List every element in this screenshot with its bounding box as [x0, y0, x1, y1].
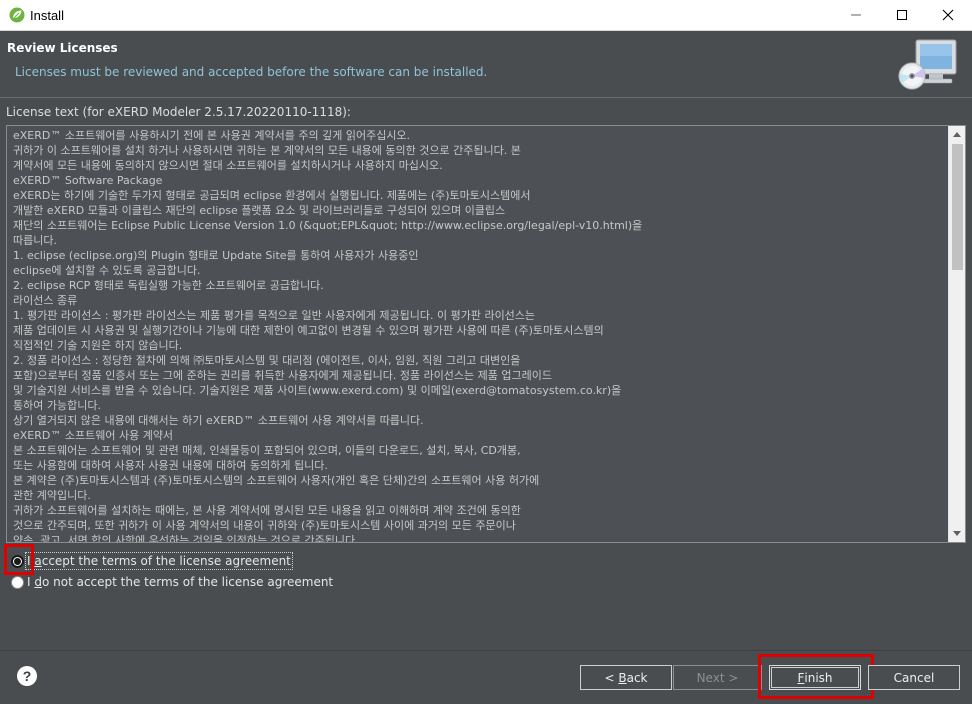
highlight-box-accept — [4, 544, 34, 575]
decline-radio-label: I do not accept the terms of the license… — [27, 575, 334, 589]
window-title: Install — [30, 8, 64, 23]
license-line: 제품 업데이트 시 사용권 및 실행기간이나 기능에 대한 제한이 예고없이 변… — [13, 324, 604, 337]
license-text-area[interactable]: eXERD™ 소프트웨어를 사용하시기 전에 본 사용권 계약서를 주의 깊게 … — [6, 125, 966, 543]
license-line: 포함)으로부터 정품 인증서 또는 그에 준하는 권리를 취득한 사용자에게 제… — [13, 369, 552, 382]
accept-license-radio[interactable]: I accept the terms of the license agreem… — [11, 552, 293, 570]
license-line: eXERD™ 소프트웨어를 사용하시기 전에 본 사용권 계약서를 주의 깊게 … — [13, 129, 411, 142]
cancel-button[interactable]: Cancel — [868, 665, 960, 690]
accept-radio-label: I accept the terms of the license agreem… — [25, 552, 293, 570]
license-line: 상기 열거되지 않은 내용에 대해서는 하기 eXERD™ 소프트웨어 사용 계… — [13, 414, 424, 427]
back-button[interactable]: < Back — [580, 665, 672, 690]
license-line: 따릅니다. — [13, 234, 57, 247]
decline-license-radio[interactable]: I do not accept the terms of the license… — [11, 573, 333, 591]
license-text-content: eXERD™ 소프트웨어를 사용하시기 전에 본 사용권 계약서를 주의 깊게 … — [13, 128, 943, 543]
license-line: 또는 사용함에 대하여 사용자 사용권 내용에 대하여 동의하게 됩니다. — [13, 459, 328, 472]
page-description: Licenses must be reviewed and accepted b… — [15, 65, 488, 79]
next-button[interactable]: Next > — [673, 665, 762, 690]
maximize-button[interactable] — [879, 0, 925, 30]
license-line: 본 소프트웨어는 소프트웨어 및 관련 매체, 인쇄물등이 포함되어 있으며, … — [13, 444, 521, 457]
page-title: Review Licenses — [7, 41, 118, 55]
scrollbar-thumb[interactable] — [952, 144, 963, 270]
license-line: 계약서에 모든 내용에 동의하지 않으시면 절대 소프트웨어를 설치하시거나 사… — [13, 159, 443, 172]
license-line: 1. 평가판 라이선스 : 평가판 라이선스는 제품 평가를 목적으로 일반 사… — [13, 309, 536, 322]
license-line: 귀하가 이 소프트웨어를 설치 하거나 사용하시면 귀하는 본 계약서의 모든 … — [13, 144, 521, 157]
license-line: 1. eclipse (eclipse.org)의 Plugin 형태로 Upd… — [13, 249, 419, 262]
license-line: 2. eclipse RCP 형태로 독립실행 가능한 소프트웨어로 공급합니다… — [13, 279, 324, 292]
license-line: 재단의 소프트웨어는 Eclipse Public License Versio… — [13, 219, 643, 232]
help-icon[interactable]: ? — [17, 666, 37, 686]
license-line: 2. 정품 라이선스 : 정당한 절차에 의해 ㈜토마토시스템 및 대리점 (에… — [13, 354, 521, 367]
license-line: 관한 계약입니다. — [13, 489, 91, 502]
license-line: 및 기술지원 서비스를 받을 수 있습니다. 기술지원은 제품 사이트(www.… — [13, 384, 622, 397]
decline-radio-button[interactable] — [11, 575, 24, 589]
app-leaf-icon — [9, 7, 25, 23]
license-line: eXERD는 하기에 기술한 두가지 형태로 공급되며 eclipse 환경에서… — [13, 189, 531, 202]
license-line: 개발한 eXERD 모듈과 이클립스 재단의 eclipse 플랫폼 요소 및 … — [13, 204, 506, 217]
minimize-button[interactable] — [833, 0, 879, 30]
license-line: 직접적인 기술 지원은 하지 않습니다. — [13, 339, 183, 352]
computer-cd-install-icon — [896, 36, 958, 96]
license-line: 약속, 광고, 서면 합의 사항에 우선하는 것임을 인정하는 것으로 간주됩니… — [13, 534, 359, 543]
license-line: eXERD™ 소프트웨어 사용 계약서 — [13, 429, 174, 442]
highlight-box-finish — [758, 654, 874, 699]
license-vertical-scrollbar[interactable] — [948, 126, 965, 542]
license-line: 본 계약은 (주)토마토시스템과 (주)토마토시스템의 소프트웨어 사용자(개인… — [13, 474, 540, 487]
license-text-label: License text (for eXERD Modeler 2.5.17.2… — [6, 105, 351, 119]
license-line: eclipse에 설치할 수 있도록 공급합니다. — [13, 264, 201, 277]
button-bar-separator — [0, 650, 972, 651]
wizard-header: Review Licenses Licenses must be reviewe… — [0, 31, 972, 98]
license-line: 라이선스 종류 — [13, 294, 78, 307]
header-separator — [0, 97, 972, 98]
license-line: 통하여 가능합니다. — [13, 399, 101, 412]
scroll-down-icon[interactable] — [949, 525, 965, 542]
close-button[interactable] — [925, 0, 971, 30]
license-line: eXERD™ Software Package — [13, 174, 163, 187]
window-title-bar: Install — [0, 0, 972, 31]
license-line: 것으로 간주되며, 또한 귀하가 이 사용 계약서의 내용이 귀하와 (주)토마… — [13, 519, 516, 532]
scroll-up-icon[interactable] — [949, 126, 965, 143]
license-line: 귀하가 소프트웨어를 설치하는 때에는, 본 사용 계약서에 명시된 모든 내용… — [13, 504, 521, 517]
